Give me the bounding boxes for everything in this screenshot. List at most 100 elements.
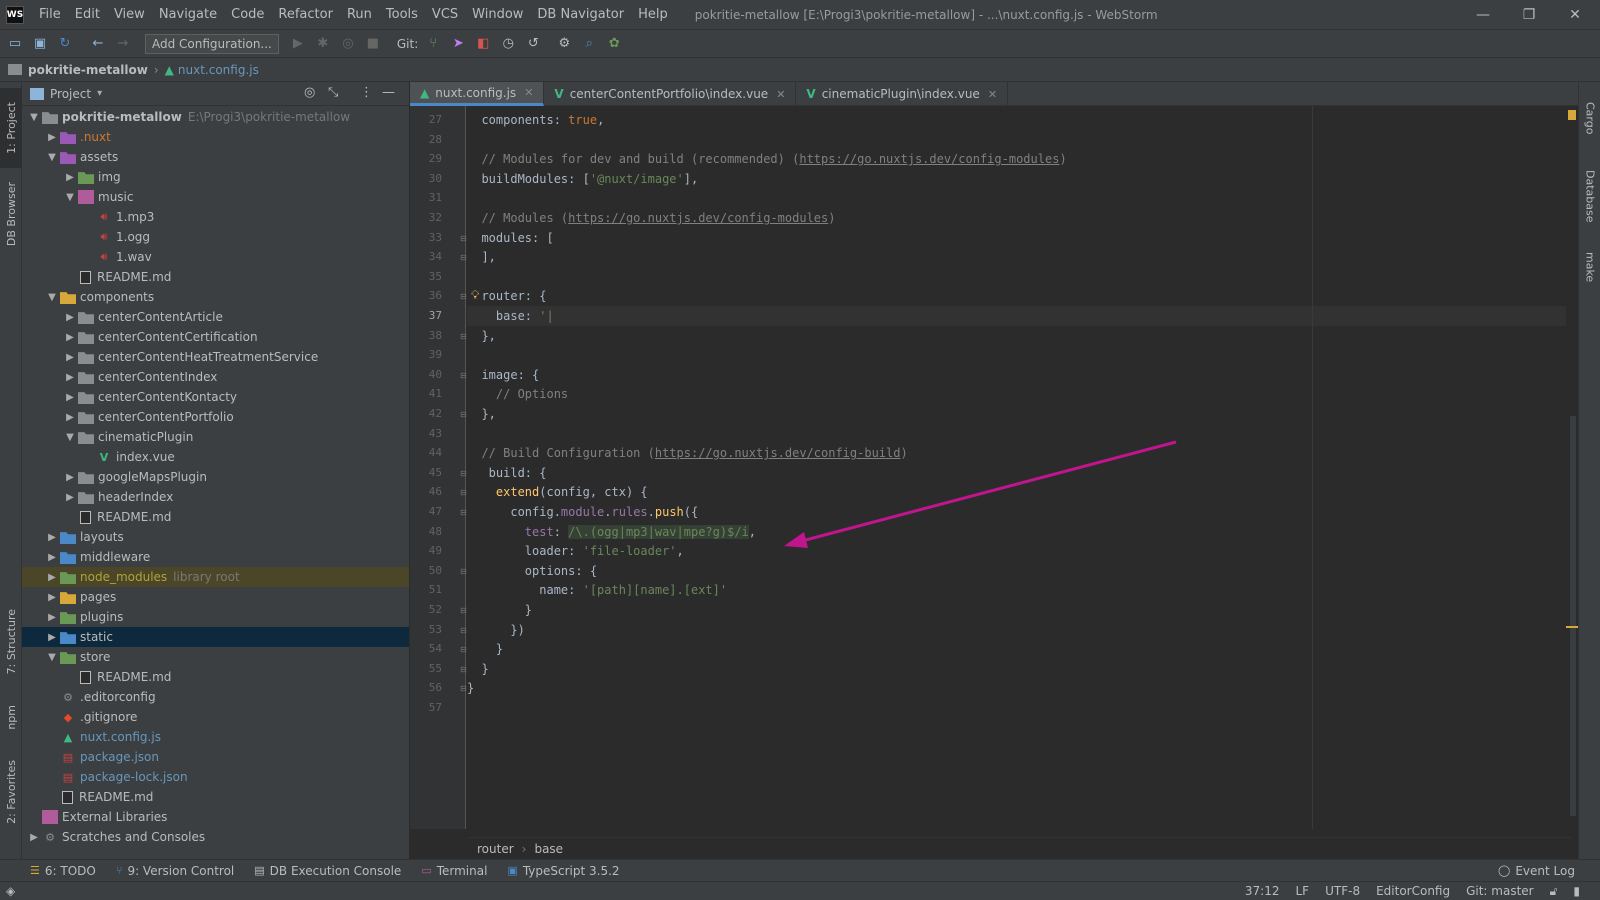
tab-nuxt-config[interactable]: ▲ nuxt.config.js ✕	[410, 82, 545, 106]
collapsed-arrow-icon[interactable]: ▶	[62, 312, 78, 323]
tree-item[interactable]: ▶ img	[22, 167, 409, 187]
menu-db-navigator[interactable]: DB Navigator	[530, 7, 631, 22]
editorconfig-status[interactable]: EditorConfig	[1376, 884, 1450, 898]
collapsed-arrow-icon[interactable]: ▶	[62, 412, 78, 423]
menu-refactor[interactable]: Refactor	[271, 7, 340, 22]
code-line[interactable]: },	[467, 404, 1572, 424]
event-log-button[interactable]: ◯ Event Log	[1498, 864, 1575, 878]
menu-tools[interactable]: Tools	[379, 7, 425, 22]
fold-marker-icon[interactable]: ⊟	[460, 488, 467, 497]
collapsed-arrow-icon[interactable]: ▶	[44, 572, 60, 583]
tab-cinematic-index[interactable]: V cinematicPlugin\index.vue ✕	[796, 82, 1009, 106]
code-line[interactable]: config.module.rules.push({	[467, 502, 1572, 522]
fold-marker-icon[interactable]: ⊟	[460, 332, 467, 341]
tree-item[interactable]: README.md	[22, 267, 409, 287]
tree-item[interactable]: ▶ centerContentPortfolio	[22, 407, 409, 427]
tool-version-control[interactable]: ⑂ 9: Version Control	[116, 864, 234, 878]
tree-item[interactable]: ▼ store	[22, 647, 409, 667]
tab-favorites[interactable]: 2: Favorites	[0, 752, 22, 832]
code-line[interactable]: }	[467, 600, 1572, 620]
git-branch[interactable]: Git: master	[1466, 884, 1534, 898]
stop-icon[interactable]: ■	[362, 34, 384, 54]
plugin-icon[interactable]: ✿	[603, 34, 625, 54]
code-line[interactable]: }	[467, 659, 1572, 679]
code-line[interactable]: buildModules: ['@nuxt/image'],	[467, 169, 1572, 189]
collapsed-arrow-icon[interactable]: ▶	[62, 332, 78, 343]
close-tab-icon[interactable]: ✕	[776, 88, 785, 101]
menu-help[interactable]: Help	[631, 7, 675, 22]
tree-item[interactable]: ▶ centerContentArticle	[22, 307, 409, 327]
close-tab-icon[interactable]: ✕	[988, 88, 997, 101]
code-line[interactable]	[467, 188, 1572, 208]
tree-item[interactable]: ▶ middleware	[22, 547, 409, 567]
tree-item[interactable]: ▶ centerContentIndex	[22, 367, 409, 387]
fold-marker-icon[interactable]: ⊟	[460, 606, 467, 615]
fold-marker-icon[interactable]: ⊟	[460, 665, 467, 674]
tree-item[interactable]: ▼ assets	[22, 147, 409, 167]
expanded-arrow-icon[interactable]: ▼	[44, 652, 60, 663]
tree-item[interactable]: ▼ cinematicPlugin	[22, 427, 409, 447]
nav-file[interactable]: nuxt.config.js	[178, 63, 259, 77]
tree-item[interactable]: ▤ package.json	[22, 747, 409, 767]
tab-make[interactable]: make	[1579, 242, 1600, 292]
tree-item[interactable]: ▶ plugins	[22, 607, 409, 627]
code-line[interactable]: base: '|	[467, 306, 1572, 326]
code-line[interactable]: image: {	[467, 365, 1572, 385]
tree-item[interactable]: README.md	[22, 507, 409, 527]
coverage-icon[interactable]: ◎	[337, 34, 359, 54]
run-icon[interactable]: ▶	[287, 34, 309, 54]
fold-marker-icon[interactable]: ⊟	[460, 567, 467, 576]
caret-position[interactable]: 37:12	[1245, 884, 1280, 898]
code-line[interactable]: },	[467, 326, 1572, 346]
file-encoding[interactable]: UTF-8	[1325, 884, 1360, 898]
tree-item[interactable]: README.md	[22, 787, 409, 807]
code-line[interactable]	[467, 424, 1572, 444]
git-compare-icon[interactable]: ◧	[472, 34, 494, 54]
collapsed-arrow-icon[interactable]: ▶	[44, 552, 60, 563]
debug-icon[interactable]: ✱	[312, 34, 334, 54]
collapsed-arrow-icon[interactable]: ▶	[62, 472, 78, 483]
tree-item[interactable]: ▲ nuxt.config.js	[22, 727, 409, 747]
intention-bulb-icon[interactable]: 💡︎	[471, 288, 479, 303]
tree-item[interactable]: ◆ .gitignore	[22, 707, 409, 727]
tab-db-browser[interactable]: DB Browser	[0, 174, 22, 254]
add-configuration-button[interactable]: Add Configuration...	[145, 33, 279, 54]
tree-item[interactable]: ▶ pages	[22, 587, 409, 607]
search-icon[interactable]: ⌕	[578, 34, 600, 54]
code-line[interactable]: build: {	[467, 463, 1572, 483]
fold-marker-icon[interactable]: ⊟	[460, 292, 467, 301]
tree-item[interactable]: Vindex.vue	[22, 447, 409, 467]
code-line[interactable]: loader: 'file-loader',	[467, 541, 1572, 561]
tree-item[interactable]: 🔊︎ 1.mp3	[22, 207, 409, 227]
expanded-arrow-icon[interactable]: ▼	[44, 292, 60, 303]
fold-marker-icon[interactable]: ⊟	[460, 684, 467, 693]
menu-vcs[interactable]: VCS	[425, 7, 465, 22]
tree-item[interactable]: ▶ node_modules library root	[22, 567, 409, 587]
inspection-status-icon[interactable]	[1568, 110, 1576, 120]
save-icon[interactable]: ▣	[29, 34, 51, 54]
menu-run[interactable]: Run	[340, 7, 379, 22]
code-line[interactable]: components: true,	[467, 110, 1572, 130]
tab-npm[interactable]: npm	[0, 692, 22, 742]
close-window-button[interactable]: ✕	[1552, 0, 1598, 29]
tab-structure[interactable]: 7: Structure	[0, 602, 22, 682]
tree-item[interactable]: External Libraries	[22, 807, 409, 827]
tree-item[interactable]: ▶ static	[22, 627, 409, 647]
hide-panel-icon[interactable]: —	[382, 85, 395, 100]
code-line[interactable]	[467, 267, 1572, 287]
menu-file[interactable]: File	[32, 7, 68, 22]
code-line[interactable]: test: /\.(ogg|mp3|wav|mpe?g)$/i,	[467, 522, 1572, 542]
collapsed-arrow-icon[interactable]: ▶	[44, 632, 60, 643]
menu-window[interactable]: Window	[465, 7, 530, 22]
breadcrumb-router[interactable]: router	[477, 842, 514, 856]
project-view-selector[interactable]: Project	[50, 87, 91, 101]
locate-icon[interactable]: ◎	[304, 85, 315, 100]
tree-item[interactable]: 🔊︎ 1.ogg	[22, 227, 409, 247]
fold-marker-icon[interactable]: ⊟	[460, 626, 467, 635]
git-rollback-icon[interactable]: ↺	[522, 34, 544, 54]
code-line[interactable]: // Modules (https://go.nuxtjs.dev/config…	[467, 208, 1572, 228]
collapsed-arrow-icon[interactable]: ▶	[44, 132, 60, 143]
tree-item[interactable]: ▤ package-lock.json	[22, 767, 409, 787]
menu-view[interactable]: View	[107, 7, 152, 22]
code-line[interactable]	[467, 130, 1572, 150]
